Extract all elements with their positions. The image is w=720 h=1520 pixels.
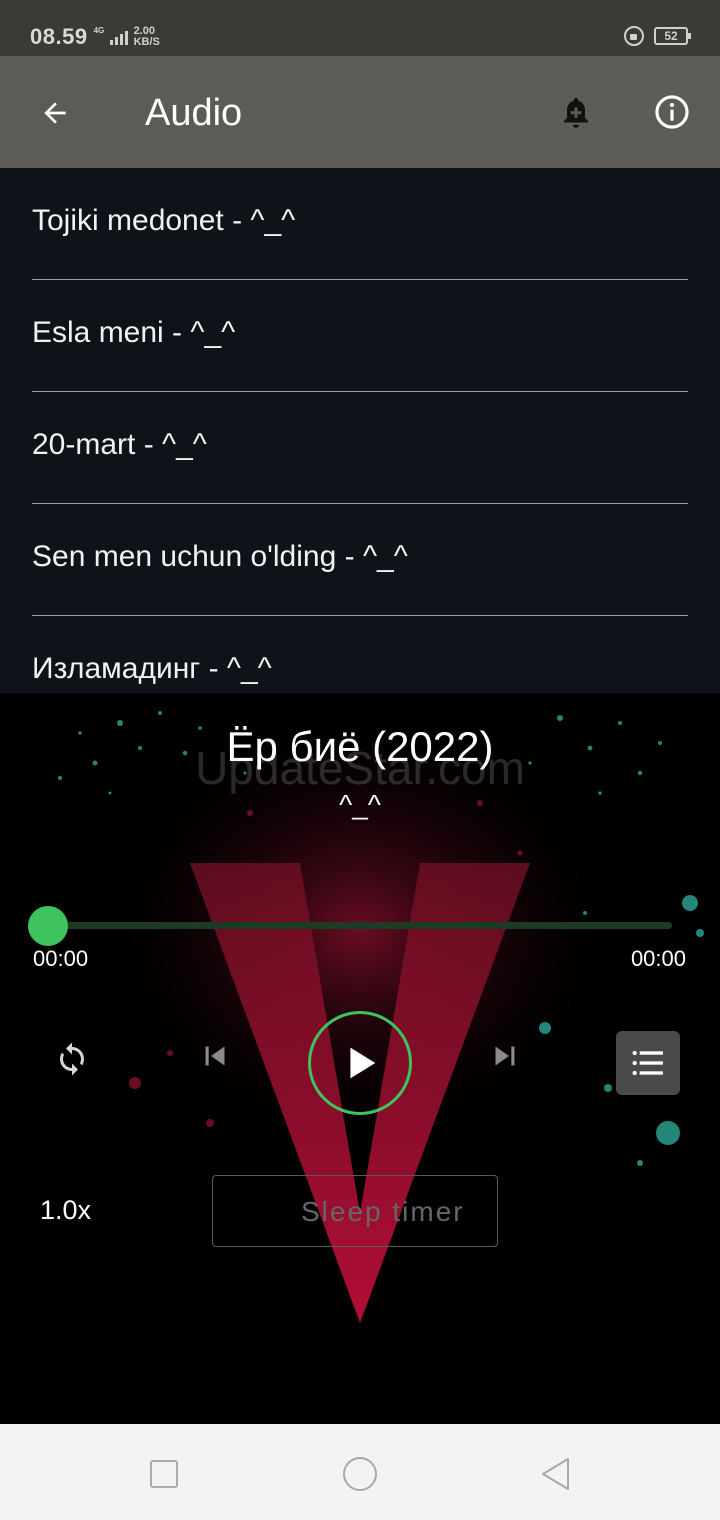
list-item[interactable]: 20-mart - ^_^ (32, 392, 688, 504)
track-title: Esla meni - ^_^ (32, 316, 236, 349)
speed-unit: KB/S (133, 36, 160, 48)
rotation-lock-icon (624, 26, 644, 46)
repeat-button[interactable] (46, 1033, 98, 1085)
skip-previous-icon (205, 1046, 225, 1066)
list-item[interactable]: Sen men uchun o'lding - ^_^ (32, 504, 688, 616)
home-button[interactable] (338, 1452, 382, 1496)
track-title: Sen men uchun o'lding - ^_^ (32, 540, 408, 573)
total-time: 00:00 (630, 946, 686, 971)
next-button[interactable] (482, 1033, 528, 1079)
info-button[interactable] (648, 88, 696, 136)
queue-list-icon (632, 1050, 663, 1076)
add-alarm-button[interactable] (552, 88, 600, 136)
recent-apps-button[interactable] (142, 1452, 186, 1496)
track-list: Tojiki medonet - ^_^ Esla meni - ^_^ 20-… (0, 168, 720, 693)
network-speed: 2.00 KB/S (134, 26, 160, 48)
previous-button[interactable] (192, 1033, 238, 1079)
track-title: 20-mart - ^_^ (32, 428, 207, 461)
list-item[interactable]: Tojiki medonet - ^_^ (32, 168, 688, 280)
battery-icon: 52 (654, 27, 691, 45)
list-item[interactable]: Esla meni - ^_^ (32, 280, 688, 392)
track-title: Tojiki medonet - ^_^ (32, 204, 296, 237)
sleep-timer-button[interactable]: Sleep timer (212, 1175, 498, 1247)
back-arrow-icon (44, 102, 66, 124)
home-icon (343, 1457, 377, 1491)
alarm-add-icon (564, 97, 588, 128)
playback-speed-button[interactable]: 1.0x (40, 1195, 91, 1226)
now-playing-title: Ёр биё (2022) (226, 723, 494, 770)
play-button[interactable] (308, 1011, 412, 1115)
sleep-timer-label: Sleep timer (301, 1196, 465, 1227)
track-title: Изламадинг - ^_^ (32, 652, 272, 685)
recent-apps-icon (150, 1460, 178, 1488)
moon-icon (253, 1197, 268, 1227)
play-icon (350, 1047, 376, 1079)
network-type: 4G (93, 26, 105, 35)
back-button[interactable] (30, 88, 80, 138)
current-time: 00:00 (33, 946, 89, 971)
seek-thumb[interactable] (28, 906, 68, 946)
list-item[interactable]: Изламадинг - ^_^ (32, 616, 688, 693)
queue-button[interactable] (616, 1031, 680, 1095)
repeat-icon (60, 1042, 84, 1076)
back-icon (542, 1458, 569, 1490)
back-nav-button[interactable] (534, 1452, 578, 1496)
page-title: Audio (145, 92, 243, 134)
seek-bar[interactable] (48, 922, 672, 929)
app-bar: Audio (0, 56, 720, 168)
now-playing-panel: UpdateStar.com Ёр биё (2022) ^_^ 00:00 0… (0, 693, 720, 1424)
battery-level: 52 (664, 29, 678, 43)
info-icon (655, 95, 689, 129)
skip-next-icon (495, 1046, 515, 1066)
network-signal-icon: 4G (93, 26, 128, 47)
status-bar: 08.59 4G 2.00 KB/S 52 (0, 0, 720, 56)
system-nav-bar (0, 1424, 720, 1520)
now-playing-artist: ^_^ (339, 789, 381, 820)
status-time: 08.59 (30, 24, 88, 49)
